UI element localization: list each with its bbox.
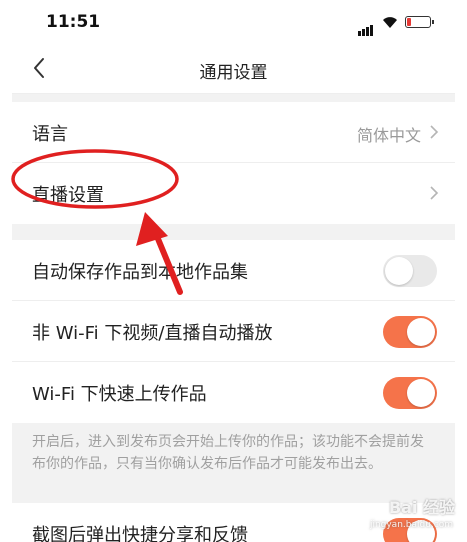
language-row[interactable]: 语言 简体中文 (12, 102, 455, 163)
toggle-knob (407, 318, 435, 346)
fast-upload-note: 开启后，进入到发布页会开始上传你的作品；该功能不会提前发布你的作品，只有当你确认… (12, 423, 455, 503)
auto-save-toggle[interactable] (383, 255, 437, 287)
live-settings-label: 直播设置 (32, 185, 104, 206)
chevron-right-icon (430, 186, 439, 200)
page-title: 通用设置 (199, 63, 268, 83)
wifi-icon (383, 17, 397, 28)
signal-icon (358, 17, 374, 36)
status-bar: 11:51 (12, 0, 455, 44)
toggle-knob (385, 257, 413, 285)
toggle-knob (407, 379, 435, 407)
battery-level (407, 18, 411, 26)
status-time: 11:51 (46, 12, 101, 32)
language-value: 简体中文 (356, 126, 421, 145)
section-gap (12, 94, 455, 102)
autoplay-toggle[interactable] (383, 316, 437, 348)
battery-icon (405, 16, 434, 28)
fast-upload-toggle[interactable] (383, 377, 437, 409)
chevron-right-icon (430, 125, 439, 139)
watermark-sub: jingyan.baidu.com (369, 520, 453, 530)
autoplay-row: 非 Wi-Fi 下视频/直播自动播放 (12, 301, 455, 362)
screenshot-share-label: 截图后弹出快捷分享和反馈 (32, 525, 248, 542)
baidu-watermark: Bai 经验 jingyan.baidu.com (349, 498, 461, 534)
settings-group-general: 语言 简体中文 直播设置 (12, 102, 455, 224)
nav-bar: 通用设置 (12, 44, 455, 94)
live-settings-row[interactable]: 直播设置 (12, 163, 455, 224)
auto-save-row: 自动保存作品到本地作品集 (12, 240, 455, 301)
settings-group-media: 自动保存作品到本地作品集 非 Wi-Fi 下视频/直播自动播放 Wi-Fi 下快… (12, 240, 455, 423)
language-label: 语言 (32, 124, 68, 145)
fast-upload-label: Wi-Fi 下快速上传作品 (32, 384, 207, 405)
section-gap (12, 224, 455, 240)
watermark-text: Bai 经验 (388, 498, 455, 517)
phone-screen: 11:51 通用设置 语言 简体中文 直播设置 自动保存作品到本地作品集 非 W… (12, 0, 455, 542)
auto-save-label: 自动保存作品到本地作品集 (32, 262, 248, 283)
autoplay-label: 非 Wi-Fi 下视频/直播自动播放 (32, 323, 273, 344)
fast-upload-row: Wi-Fi 下快速上传作品 (12, 362, 455, 423)
